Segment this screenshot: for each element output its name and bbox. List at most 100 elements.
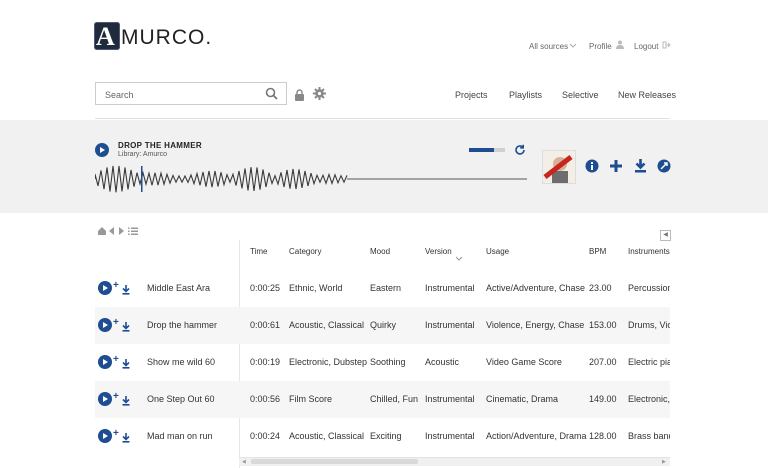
row-usage: Cinematic, Drama — [486, 394, 559, 404]
row-play-button[interactable] — [98, 392, 112, 406]
track-library: Library: Amurco — [118, 151, 168, 158]
header-category[interactable]: Category — [289, 247, 321, 256]
download-icon[interactable] — [634, 158, 647, 178]
row-bpm: 207.00 — [589, 357, 617, 367]
nav-projects[interactable]: Projects — [455, 90, 488, 100]
download-icon[interactable] — [122, 356, 130, 374]
waveform[interactable] — [95, 164, 527, 194]
row-track-name[interactable]: Mad man on run — [147, 431, 213, 441]
row-version: Instrumental — [425, 283, 475, 293]
row-track-name[interactable]: Drop the hammer — [147, 320, 217, 330]
row-category: Electronic, Dubstep — [289, 357, 368, 367]
row-track-name[interactable]: Show me wild 60 — [147, 357, 215, 367]
row-bpm: 128.00 — [589, 431, 617, 441]
download-icon[interactable] — [122, 319, 130, 337]
gear-icon[interactable] — [313, 87, 326, 105]
row-mood: Eastern — [370, 283, 402, 293]
player-play-button[interactable] — [95, 143, 109, 157]
row-version: Acoustic — [425, 357, 460, 367]
row-instruments: Brass band — [628, 431, 670, 441]
row-play-button[interactable] — [98, 429, 112, 443]
download-icon[interactable] — [122, 430, 130, 448]
scroll-right-icon[interactable]: ▶ — [662, 459, 666, 465]
nav-new-releases[interactable]: New Releases — [618, 90, 676, 100]
volume-level — [469, 148, 495, 152]
row-play-button[interactable] — [98, 355, 112, 369]
header-mood[interactable]: Mood — [370, 247, 390, 256]
row-time: 0:00:19 — [250, 357, 281, 367]
chevron-down-icon[interactable] — [455, 249, 463, 267]
row-mood: Chilled, Fun — [370, 394, 419, 404]
logout-icon[interactable] — [662, 41, 671, 51]
info-icon[interactable] — [585, 159, 599, 178]
table-row[interactable]: + One Step Out 60 0:00:56 Film Score Chi… — [95, 381, 670, 418]
row-instruments: Electronic, I — [628, 394, 670, 404]
row-category: Acoustic, Classical — [289, 431, 365, 441]
row-time: 0:00:25 — [250, 283, 281, 293]
row-time: 0:00:61 — [250, 320, 281, 330]
row-track-name[interactable]: One Step Out 60 — [147, 394, 215, 404]
waveform-path — [95, 165, 348, 193]
download-icon[interactable] — [122, 393, 130, 411]
header-time[interactable]: Time — [250, 247, 267, 256]
row-category: Ethnic, World — [289, 283, 343, 293]
chevron-down-icon[interactable] — [569, 41, 577, 51]
add-icon[interactable] — [609, 159, 623, 178]
row-usage: Violence, Energy, Chase — [486, 320, 585, 330]
row-version: Instrumental — [425, 320, 475, 330]
table-row[interactable]: + Show me wild 60 0:00:19 Electronic, Du… — [95, 344, 670, 381]
row-instruments: Electric pia — [628, 357, 670, 367]
row-usage: Action/Adventure, Drama — [486, 431, 587, 441]
row-usage: Active/Adventure, Chase — [486, 283, 586, 293]
row-track-name[interactable]: Middle East Ara — [147, 283, 210, 293]
logo-text[interactable]: MURCO. — [121, 26, 212, 50]
row-instruments: Percussion — [628, 283, 670, 293]
all-sources-dropdown[interactable]: All sources — [529, 42, 568, 51]
row-bpm: 149.00 — [589, 394, 617, 404]
logout-link[interactable]: Logout — [634, 42, 658, 51]
add-icon[interactable]: + — [113, 317, 119, 328]
share-icon[interactable] — [657, 159, 671, 178]
table-nav-controls[interactable] — [97, 226, 139, 238]
add-icon[interactable]: + — [113, 354, 119, 365]
search-icon[interactable] — [265, 87, 278, 105]
row-bpm: 23.00 — [589, 283, 612, 293]
table-row[interactable]: + Middle East Ara 0:00:25 Ethnic, World … — [95, 270, 670, 307]
download-icon[interactable] — [122, 282, 130, 300]
search-box[interactable] — [95, 82, 287, 105]
repeat-icon[interactable] — [514, 143, 526, 161]
nav-selective[interactable]: Selective — [562, 90, 599, 100]
user-icon[interactable] — [616, 40, 624, 51]
scrollbar-thumb[interactable] — [251, 459, 418, 464]
album-art — [542, 150, 576, 184]
collapse-panel-button[interactable]: ◀ — [660, 230, 671, 241]
profile-link[interactable]: Profile — [589, 42, 612, 51]
header-usage[interactable]: Usage — [486, 247, 509, 256]
search-input[interactable] — [103, 84, 257, 105]
row-version: Instrumental — [425, 394, 475, 404]
row-play-button[interactable] — [98, 318, 112, 332]
scroll-left-icon[interactable]: ◀ — [242, 459, 246, 465]
lock-icon[interactable] — [294, 88, 305, 106]
row-mood: Exciting — [370, 431, 402, 441]
header-version[interactable]: Version — [425, 247, 452, 256]
add-icon[interactable]: + — [113, 280, 119, 291]
row-play-button[interactable] — [98, 281, 112, 295]
divider — [95, 118, 670, 119]
add-icon[interactable]: + — [113, 391, 119, 402]
row-instruments: Drums, Viol — [628, 320, 670, 330]
table-row[interactable]: + Mad man on run 0:00:24 Acoustic, Class… — [95, 418, 670, 455]
header-bpm[interactable]: BPM — [589, 247, 606, 256]
row-version: Instrumental — [425, 431, 475, 441]
row-category: Acoustic, Classical — [289, 320, 365, 330]
add-icon[interactable]: + — [113, 428, 119, 439]
logo-letter: A — [96, 22, 115, 51]
track-title: DROP THE HAMMER — [118, 141, 202, 150]
table-row[interactable]: + Drop the hammer 0:00:61 Acoustic, Clas… — [95, 307, 670, 344]
row-mood: Quirky — [370, 320, 397, 330]
nav-playlists[interactable]: Playlists — [509, 90, 542, 100]
volume-slider[interactable] — [469, 148, 505, 152]
row-mood: Soothing — [370, 357, 406, 367]
header-instruments[interactable]: Instruments — [628, 247, 670, 256]
playhead — [141, 166, 143, 192]
